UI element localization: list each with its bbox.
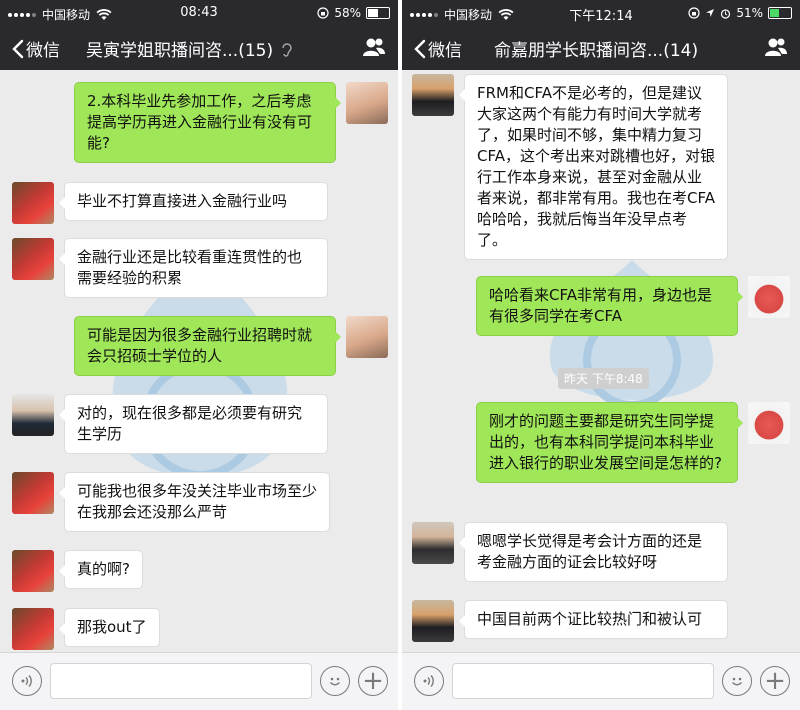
message-row: 哈哈看来CFA非常有用，身边也是有很多同学在考CFA (476, 276, 790, 336)
plus-button[interactable]: + (358, 666, 388, 696)
avatar[interactable] (12, 394, 54, 436)
back-chevron-icon (414, 39, 426, 58)
message-row: 可能我也很多年没关注毕业市场至少在我那会还没那么严苛 (12, 472, 330, 532)
message-row: 毕业不打算直接进入金融行业吗 (12, 182, 328, 224)
message-bubble[interactable]: 哈哈看来CFA非常有用，身边也是有很多同学在考CFA (476, 276, 743, 336)
voice-button[interactable] (414, 666, 444, 696)
battery-percent: 51% (736, 6, 763, 20)
avatar[interactable] (12, 182, 54, 224)
avatar[interactable] (12, 238, 54, 280)
message-bubble[interactable]: 毕业不打算直接进入金融行业吗 (59, 182, 328, 221)
contacts-icon (363, 38, 385, 56)
voice-icon (21, 675, 32, 687)
message-list[interactable]: 2.本科毕业先参加工作，之后考虑提高学历再进入金融行业有没有可能? 毕业不打算直… (0, 70, 398, 652)
message-bubble[interactable]: 那我out了 (59, 608, 160, 647)
message-row: 刚才的问题主要都是研究生同学提出的，也有本科同学提问本科毕业进入银行的职业发展空… (476, 402, 790, 483)
avatar[interactable] (748, 402, 790, 444)
status-bar: 中国移动 08:43 58% (0, 0, 398, 26)
message-bubble[interactable]: 金融行业还是比较看重连贯性的也需要经验的积累 (59, 238, 328, 298)
message-bubble[interactable]: 真的啊? (59, 550, 143, 589)
chat-info-button[interactable] (362, 36, 386, 62)
avatar[interactable] (12, 550, 54, 592)
message-bubble[interactable]: 可能我也很多年没关注毕业市场至少在我那会还没那么严苛 (59, 472, 330, 532)
emoji-button[interactable] (320, 666, 350, 696)
message-row: 金融行业还是比较看重连贯性的也需要经验的积累 (12, 238, 328, 298)
battery-percent: 58% (334, 6, 361, 20)
message-row: 对的，现在很多都是必须要有研究生学历 (12, 394, 328, 454)
left-chat-screen: 中国移动 08:43 58% 微信 吴寅学姐职播间咨...(15) 2.本科毕业… (0, 0, 398, 710)
chat-nav-bar: 微信 俞嘉朋学长职播间咨...(14) (402, 26, 800, 70)
back-label: 微信 (428, 41, 462, 61)
message-input[interactable] (452, 663, 714, 699)
avatar[interactable] (412, 522, 454, 564)
back-button[interactable]: 微信 (414, 36, 462, 61)
plus-button[interactable]: + (760, 666, 790, 696)
input-bar: + (402, 652, 800, 710)
avatar[interactable] (346, 82, 388, 124)
back-chevron-icon (12, 39, 24, 58)
input-bar: + (0, 652, 398, 710)
avatar[interactable] (412, 600, 454, 642)
lock-rotation-icon (317, 7, 329, 19)
status-bar: 中国移动 下午12:14 51% (402, 0, 800, 26)
message-bubble[interactable]: 嗯嗯学长觉得是考会计方面的还是考金融方面的证会比较好呀 (459, 522, 728, 582)
back-button[interactable]: 微信 (12, 36, 60, 61)
voice-button[interactable] (12, 666, 42, 696)
chat-nav-bar: 微信 吴寅学姐职播间咨...(15) (0, 26, 398, 70)
battery-icon (768, 7, 792, 19)
voice-icon (423, 675, 434, 687)
message-list[interactable]: FRM和CFA不是必考的，但是建议大家这两个有能力有时间大学就考了，如果时间不够… (402, 70, 800, 652)
ear-icon (281, 43, 292, 57)
message-bubble[interactable]: FRM和CFA不是必考的，但是建议大家这两个有能力有时间大学就考了，如果时间不够… (459, 74, 728, 260)
avatar[interactable] (346, 316, 388, 358)
right-chat-screen: 中国移动 下午12:14 51% 微信 俞嘉朋学长职播间咨...(14) FRM… (402, 0, 800, 710)
message-bubble[interactable]: 中国目前两个证比较热门和被认可 (459, 600, 728, 639)
chat-title: 俞嘉朋学长职播间咨...(14) (494, 41, 699, 61)
message-row: 真的啊? (12, 550, 143, 592)
emoji-icon (330, 677, 340, 686)
message-bubble[interactable]: 对的，现在很多都是必须要有研究生学历 (59, 394, 328, 454)
avatar[interactable] (12, 472, 54, 514)
avatar[interactable] (748, 276, 790, 318)
message-row: 嗯嗯学长觉得是考会计方面的还是考金融方面的证会比较好呀 (412, 522, 728, 582)
message-row: 2.本科毕业先参加工作，之后考虑提高学历再进入金融行业有没有可能? (74, 82, 388, 163)
location-icon (706, 9, 715, 17)
message-bubble[interactable]: 2.本科毕业先参加工作，之后考虑提高学历再进入金融行业有没有可能? (74, 82, 341, 163)
message-row: 中国目前两个证比较热门和被认可 (412, 600, 728, 642)
plus-icon: + (362, 666, 384, 696)
message-bubble[interactable]: 可能是因为很多金融行业招聘时就会只招硕士学位的人 (74, 316, 341, 376)
emoji-icon (732, 677, 742, 686)
plus-icon: + (764, 666, 786, 696)
message-row: 可能是因为很多金融行业招聘时就会只招硕士学位的人 (74, 316, 388, 376)
chat-title: 吴寅学姐职播间咨...(15) (86, 36, 346, 61)
back-label: 微信 (26, 41, 60, 61)
message-input[interactable] (50, 663, 312, 699)
emoji-button[interactable] (722, 666, 752, 696)
message-row: 那我out了 (12, 608, 160, 650)
message-bubble[interactable]: 刚才的问题主要都是研究生同学提出的，也有本科同学提问本科毕业进入银行的职业发展空… (476, 402, 743, 483)
alarm-icon (721, 8, 731, 19)
message-timestamp: 昨天 下午8:48 (558, 368, 649, 389)
lock-rotation-icon (688, 7, 700, 19)
chat-info-button[interactable] (764, 36, 788, 62)
avatar[interactable] (412, 74, 454, 116)
battery-icon (366, 7, 390, 19)
contacts-icon (765, 38, 787, 56)
message-row: FRM和CFA不是必考的，但是建议大家这两个有能力有时间大学就考了，如果时间不够… (412, 74, 728, 260)
avatar[interactable] (12, 608, 54, 650)
